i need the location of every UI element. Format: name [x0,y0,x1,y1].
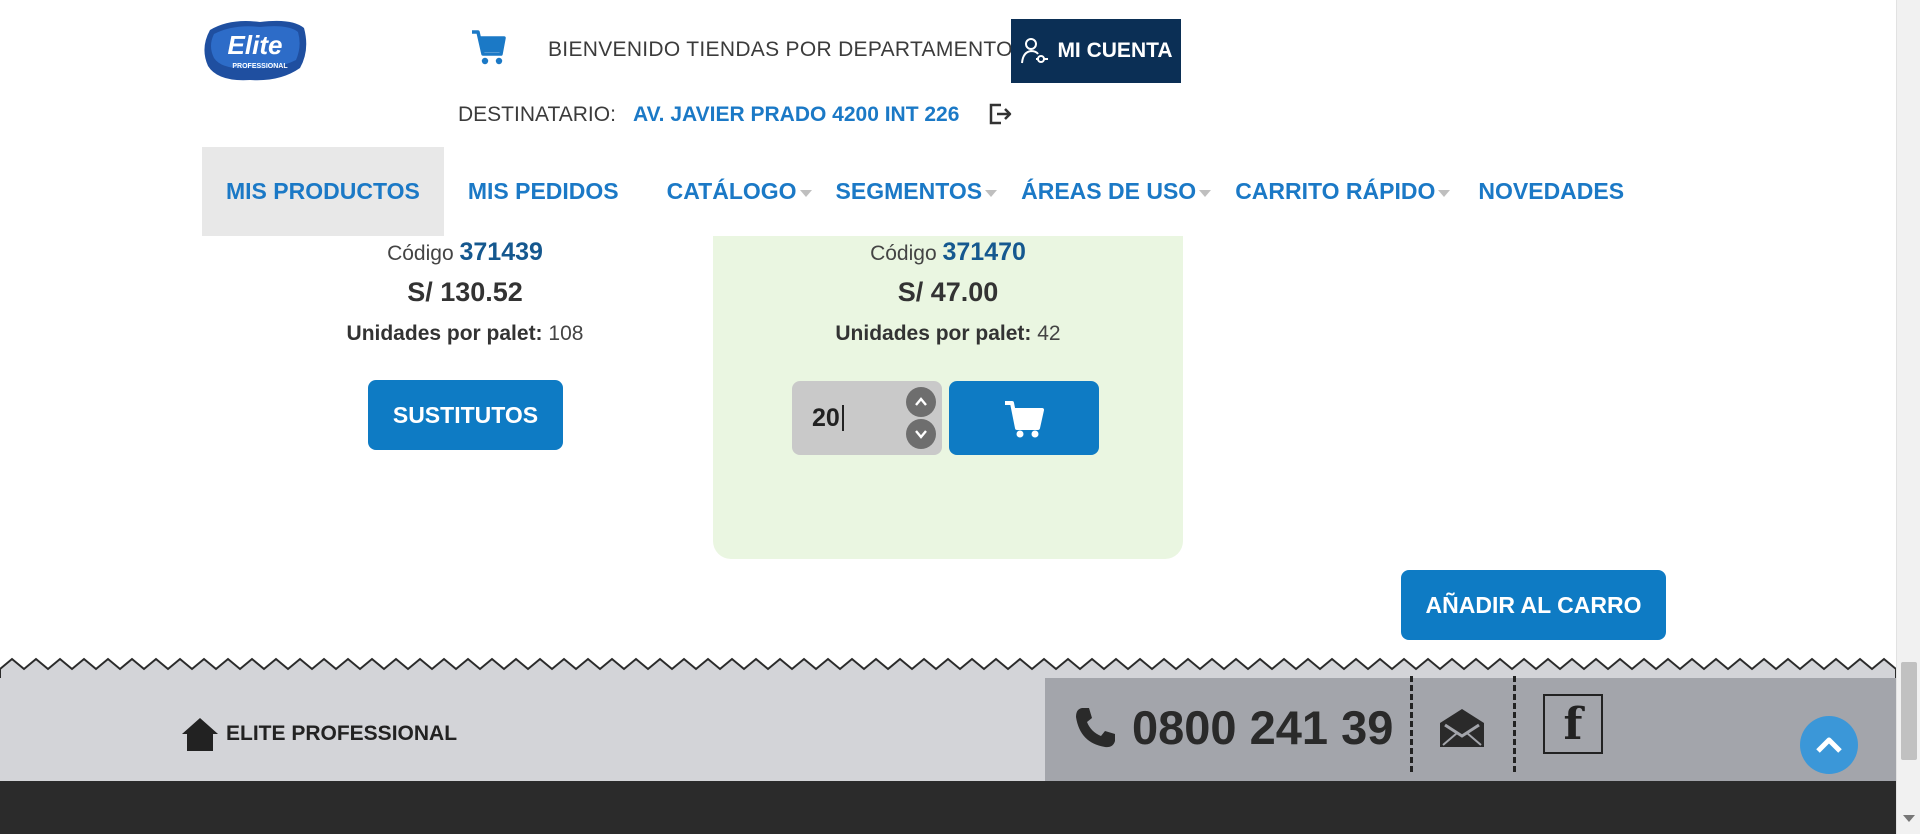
product-code-row: Código 371470 [713,238,1183,267]
quantity-stepper[interactable]: 20 [792,381,942,455]
recipient-label: DESTINATARIO: [458,103,616,126]
chevron-down-icon [799,189,812,197]
footer-bottom-bar [0,781,1896,834]
back-to-top-button[interactable] [1800,716,1858,774]
substitutes-button[interactable]: SUSTITUTOS [368,380,563,450]
product-card: Código 371439 S/ 130.52 Unidades por pal… [285,236,645,346]
product-price: S/ 47.00 [897,277,999,307]
units-label: Unidades por palet: [835,322,1032,345]
chevron-down-icon [1438,189,1451,197]
product-price: S/ 130.52 [407,277,523,307]
nav-mis-productos[interactable]: MIS PRODUCTOS [202,147,444,236]
chevron-up-icon[interactable] [906,387,936,417]
nav-carrito-rapido[interactable]: CARRITO RÁPIDO [1235,147,1474,236]
footer-home-label: ELITE PROFESSIONAL [226,722,458,745]
code-label: Código [387,242,454,265]
units-per-pallet: Unidades por palet: 42 [713,322,1183,346]
my-account-label: MI CUENTA [1057,39,1173,62]
chevron-down-icon [985,189,998,197]
my-account-button[interactable]: MI CUENTA [1011,19,1181,83]
product-code: 371439 [459,238,543,266]
mail-icon[interactable] [1437,705,1487,751]
page-scrollbar[interactable] [1896,0,1920,834]
nav-mis-pedidos[interactable]: MIS PEDIDOS [444,147,643,236]
units-label: Unidades por palet: [346,322,543,345]
footer-left [0,678,1045,781]
scroll-down-arrow-icon[interactable] [1903,815,1915,822]
footer-phone: 0800 241 39 [1072,700,1393,755]
scrollbar-thumb[interactable] [1901,662,1917,760]
units-per-pallet: Unidades por palet: 108 [285,322,645,346]
nav-segmentos[interactable]: SEGMENTOS [836,147,1022,236]
logout-icon[interactable] [987,101,1013,127]
add-to-cart-button[interactable]: AÑADIR AL CARRO [1401,570,1666,640]
units-value: 42 [1037,322,1061,345]
divider [1410,676,1413,772]
elite-logo[interactable]: Elite PROFESSIONAL [200,16,310,84]
units-value: 108 [548,322,584,345]
home-icon [182,718,218,751]
footer-zigzag-border [0,657,1896,679]
product-card-highlighted: Código 371470 S/ 47.00 Unidades por pale… [713,236,1183,559]
nav-novedades[interactable]: NOVEDADES [1474,147,1624,236]
code-label: Código [870,242,937,265]
main-nav: MIS PRODUCTOS MIS PEDIDOS CATÁLOGO SEGME… [202,147,1624,236]
add-item-cart-button[interactable] [949,381,1099,455]
user-key-icon [1021,38,1049,64]
arrow-up-icon [1816,737,1842,753]
phone-icon [1076,707,1115,747]
svg-text:PROFESSIONAL: PROFESSIONAL [232,63,288,70]
quantity-input[interactable]: 20 [812,405,844,431]
chevron-down-icon [1199,189,1212,197]
facebook-icon[interactable]: f [1543,694,1603,754]
cart-icon [1005,401,1044,438]
page: Elite PROFESSIONAL BIENVENIDO TIENDAS PO… [0,0,1896,834]
footer-home-link[interactable]: ELITE PROFESSIONAL [180,715,457,753]
welcome-text: BIENVENIDO TIENDAS POR DEPARTAMENTO [548,38,1013,61]
product-code-row: Código 371439 [285,238,645,267]
nav-catalogo[interactable]: CATÁLOGO [643,147,836,236]
chevron-down-icon[interactable] [906,419,936,449]
phone-number: 0800 241 39 [1132,701,1394,754]
divider [1513,676,1516,772]
nav-areas-de-uso[interactable]: ÁREAS DE USO [1021,147,1235,236]
svg-text:Elite: Elite [228,30,283,60]
product-code: 371470 [942,238,1026,266]
cart-icon[interactable] [470,26,506,66]
recipient-address-link[interactable]: AV. JAVIER PRADO 4200 INT 226 [633,103,959,127]
